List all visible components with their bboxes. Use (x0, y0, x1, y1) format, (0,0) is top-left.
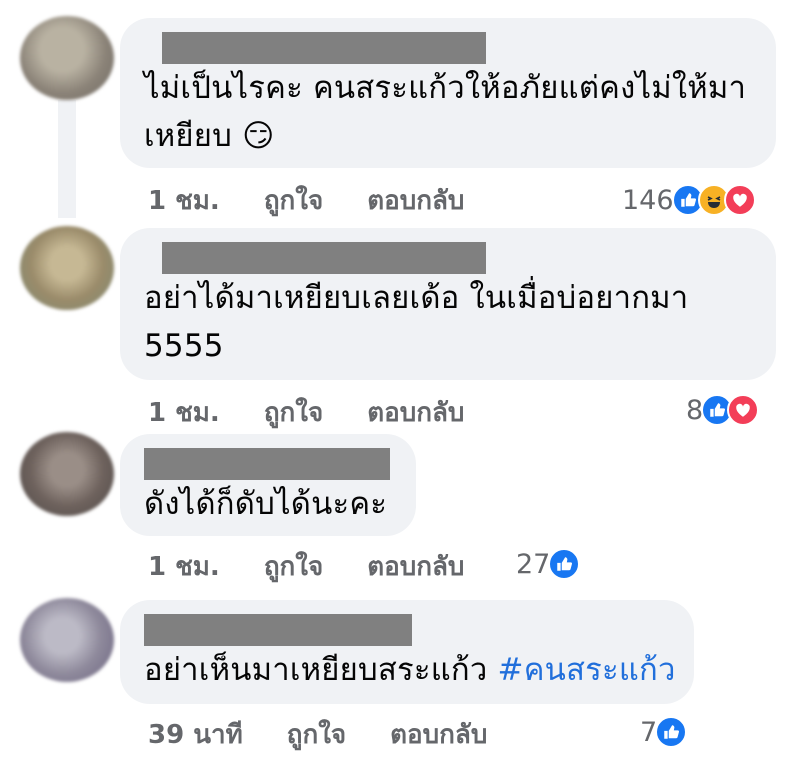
comment-text-line: อย่าได้มาเหยียบเลยเด้อ ในเมื่อบ่อยากมา (144, 280, 689, 316)
comment-actions: 39 นาที ถูกใจ ตอบกลับ (148, 714, 531, 754)
comment-bubble: อย่าได้มาเหยียบเลยเด้อ ในเมื่อบ่อยากมา 5… (120, 228, 776, 380)
avatar[interactable] (20, 598, 114, 682)
redacted-author-name[interactable] (144, 448, 390, 480)
reply-button[interactable]: ตอบกลับ (367, 546, 464, 587)
timestamp[interactable]: 39 นาที (148, 714, 243, 755)
comment-bubble: ไม่เป็นไรคะ คนสระแก้วให้อภัยแต่คงไม่ให้ม… (120, 18, 776, 168)
comment-bubble: ดังได้ก็ดับได้นะคะ (120, 434, 416, 536)
comment-text-line: อย่าเห็นมาเหยียบสระแก้ว #คนสระแก้ว (144, 646, 675, 694)
reaction-summary[interactable]: 8 (686, 390, 760, 430)
love-icon (727, 394, 760, 426)
hashtag-link[interactable]: #คนสระแก้ว (498, 652, 676, 688)
reaction-count: 27 (516, 548, 551, 580)
redacted-author-name[interactable] (144, 614, 412, 646)
comment-text-line: เหยียบ 😏 (144, 118, 275, 154)
reply-thread-line (58, 100, 76, 218)
like-button[interactable]: ถูกใจ (264, 546, 323, 587)
timestamp[interactable]: 1 ชม. (148, 546, 220, 587)
like-button[interactable]: ถูกใจ (264, 392, 323, 433)
reply-button[interactable]: ตอบกลับ (367, 392, 464, 433)
reaction-summary[interactable]: 7 (640, 712, 688, 752)
avatar[interactable] (20, 16, 114, 100)
comment-text-line: 5555 (144, 328, 224, 364)
like-button[interactable]: ถูกใจ (287, 714, 346, 755)
comment-actions: 1 ชม. ถูกใจ ตอบกลับ (148, 392, 508, 432)
reaction-summary[interactable]: 27 (516, 544, 581, 584)
redacted-author-name[interactable] (162, 32, 486, 64)
comment-actions: 1 ชม. ถูกใจ ตอบกลับ (148, 180, 508, 220)
comment-actions: 1 ชม. ถูกใจ ตอบกลับ (148, 546, 508, 586)
avatar[interactable] (20, 432, 114, 516)
reaction-summary[interactable]: 146 (622, 180, 756, 220)
reply-button[interactable]: ตอบกลับ (390, 714, 487, 755)
love-icon (723, 184, 756, 216)
reply-button[interactable]: ตอบกลับ (367, 180, 464, 221)
comment-text-line: ดังได้ก็ดับได้นะคะ (144, 486, 388, 522)
like-button[interactable]: ถูกใจ (264, 180, 323, 221)
timestamp[interactable]: 1 ชม. (148, 392, 220, 433)
timestamp[interactable]: 1 ชม. (148, 180, 220, 221)
redacted-author-name[interactable] (162, 242, 486, 274)
comment-bubble: อย่าเห็นมาเหยียบสระแก้ว #คนสระแก้ว (120, 600, 694, 704)
like-icon (548, 548, 581, 580)
reaction-count: 146 (622, 184, 674, 216)
avatar[interactable] (20, 226, 114, 310)
comment-text: อย่าเห็นมาเหยียบสระแก้ว (144, 652, 498, 688)
comment-text-line: ไม่เป็นไรคะ คนสระแก้วให้อภัยแต่คงไม่ให้ม… (144, 70, 747, 106)
like-icon (655, 716, 688, 748)
